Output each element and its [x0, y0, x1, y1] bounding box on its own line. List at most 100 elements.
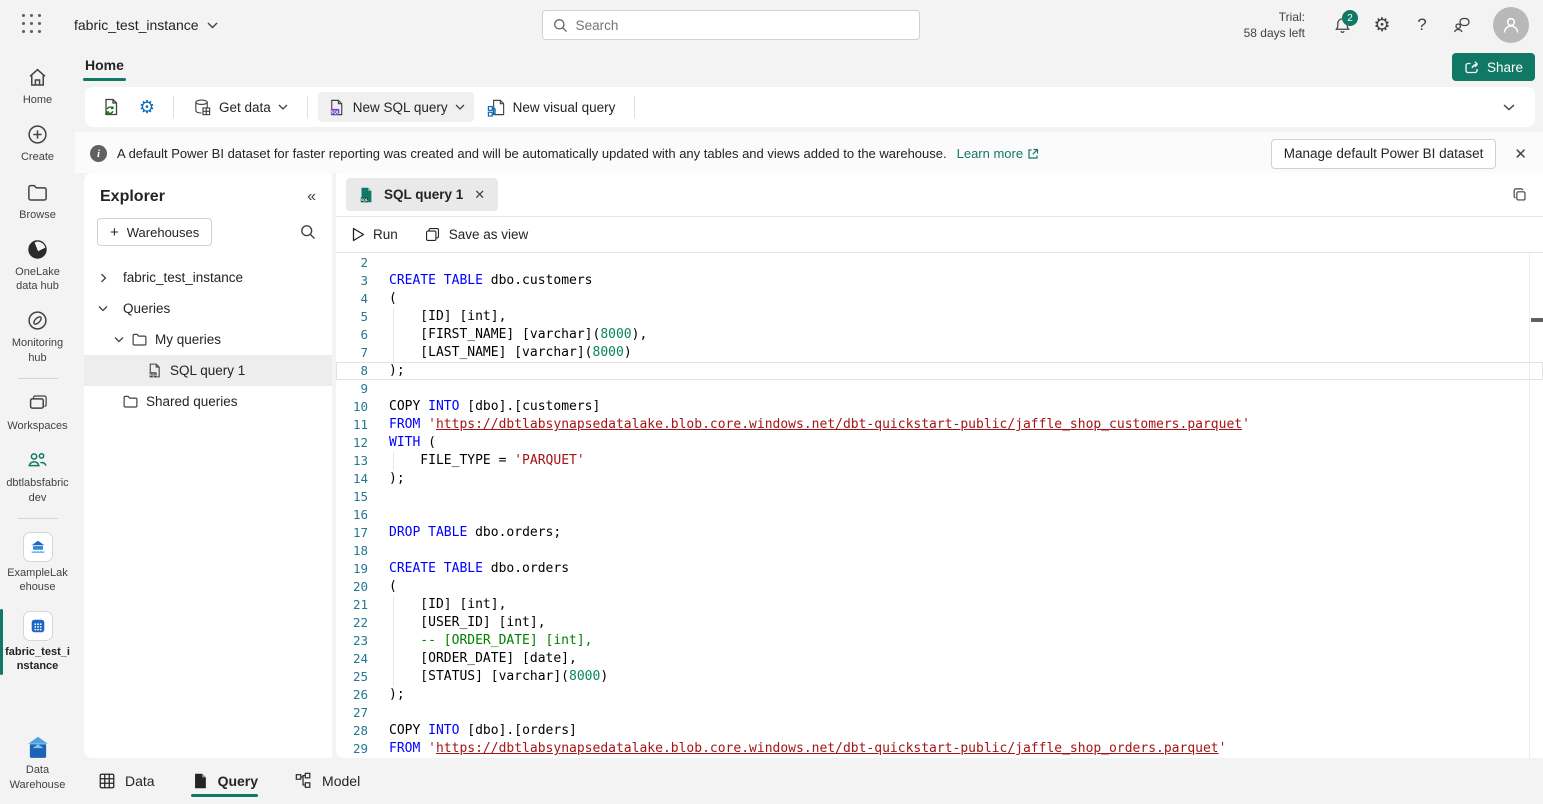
code-line[interactable]: 29FROM 'https://dbtlabsynapsedatalake.bl… — [336, 740, 1543, 758]
code-line[interactable]: 3CREATE TABLE dbo.customers — [336, 272, 1543, 290]
code-line[interactable]: 15 — [336, 488, 1543, 506]
svg-text:SQL: SQL — [149, 373, 157, 377]
line-number: 21 — [336, 596, 368, 614]
tab-data[interactable]: Data — [98, 758, 155, 804]
svg-text:SQL: SQL — [361, 198, 369, 202]
code-line[interactable]: 21 [ID] [int], — [336, 596, 1543, 614]
search-input[interactable] — [576, 18, 909, 33]
sql-code-editor[interactable]: 23CREATE TABLE dbo.customers4(5 [ID] [in… — [336, 253, 1543, 758]
code-line[interactable]: 20( — [336, 578, 1543, 596]
code-line[interactable]: 19CREATE TABLE dbo.orders — [336, 560, 1543, 578]
code-line[interactable]: 26); — [336, 686, 1543, 704]
nav-monitoring-hub[interactable]: Monitoring hub — [0, 301, 75, 373]
manage-dataset-button[interactable]: Manage default Power BI dataset — [1271, 139, 1497, 169]
nav-onelake-data-hub[interactable]: OneLake data hub — [0, 230, 75, 302]
chevron-down-icon[interactable] — [114, 336, 124, 343]
add-warehouses-button[interactable]: + Warehouses — [97, 218, 212, 246]
code-line[interactable]: 22 [USER_ID] [int], — [336, 614, 1543, 632]
user-avatar[interactable] — [1493, 7, 1529, 43]
query-toolbar: Run Save as view — [336, 217, 1543, 253]
share-button[interactable]: Share — [1452, 53, 1535, 81]
svg-text:SQL: SQL — [330, 109, 339, 114]
help-button[interactable]: ? — [1405, 8, 1439, 42]
tree-item-queries[interactable]: Queries — [84, 293, 332, 324]
code-line[interactable]: 23 -- [ORDER_DATE] [int], — [336, 632, 1543, 650]
code-line[interactable]: 8); — [336, 362, 1543, 380]
tree-item-warehouse[interactable]: fabric_test_instance — [84, 262, 332, 293]
tree-item-my-queries[interactable]: My queries — [84, 324, 332, 355]
line-number: 6 — [336, 326, 368, 344]
refresh-button[interactable] — [95, 92, 127, 122]
line-number: 5 — [336, 308, 368, 326]
nav-home[interactable]: Home — [0, 58, 75, 115]
visual-query-icon — [487, 98, 506, 117]
tab-query[interactable]: Query — [191, 758, 258, 804]
grid-icon — [98, 772, 116, 790]
plus-icon: + — [110, 224, 119, 241]
tree-item-sql-query-1[interactable]: SQL SQL query 1 — [84, 355, 332, 386]
sql-file-icon: SQL — [146, 362, 163, 379]
close-tab-icon[interactable]: ✕ — [472, 187, 487, 203]
new-visual-query-button[interactable]: New visual query — [478, 92, 625, 122]
chevron-down-icon[interactable] — [98, 305, 108, 312]
code-line[interactable]: 12WITH ( — [336, 434, 1543, 452]
nav-browse[interactable]: Browse — [0, 173, 75, 230]
tree-item-shared-queries[interactable]: Shared queries — [84, 386, 332, 417]
query-tab[interactable]: SQL SQL query 1 ✕ — [346, 178, 498, 211]
code-line[interactable]: 18 — [336, 542, 1543, 560]
code-line[interactable]: 5 [ID] [int], — [336, 308, 1543, 326]
explorer-search-icon[interactable] — [296, 220, 320, 244]
chevron-right-icon[interactable] — [98, 273, 108, 283]
get-data-button[interactable]: Get data — [184, 92, 297, 122]
nav-workspace-dbtlabsfabricdev[interactable]: dbtlabsfabricdev — [0, 441, 75, 513]
chevron-down-icon — [207, 22, 218, 29]
collapse-panel-icon[interactable]: « — [307, 188, 316, 206]
copy-icon[interactable] — [1511, 186, 1529, 204]
code-line[interactable]: 14); — [336, 470, 1543, 488]
line-number: 12 — [336, 434, 368, 452]
editor-overview-ruler[interactable] — [1529, 253, 1543, 758]
command-bar-expand-button[interactable] — [1493, 92, 1525, 122]
onelake-icon — [26, 238, 49, 261]
code-line[interactable]: 27 — [336, 704, 1543, 722]
code-line[interactable]: 17DROP TABLE dbo.orders; — [336, 524, 1543, 542]
code-line[interactable]: 6 [FIRST_NAME] [varchar](8000), — [336, 326, 1543, 344]
code-line[interactable]: 7 [LAST_NAME] [varchar](8000) — [336, 344, 1543, 362]
code-line[interactable]: 11FROM 'https://dbtlabsynapsedatalake.bl… — [336, 416, 1543, 434]
nav-create[interactable]: Create — [0, 115, 75, 172]
code-line[interactable]: 2 — [336, 254, 1543, 272]
run-button[interactable]: Run — [352, 227, 398, 242]
code-line[interactable]: 4( — [336, 290, 1543, 308]
new-sql-query-button[interactable]: SQL New SQL query — [318, 92, 474, 122]
bottom-view-tabs: Data Query Model — [75, 758, 1543, 804]
code-line[interactable]: 25 [STATUS] [varchar](8000) — [336, 668, 1543, 686]
learn-more-link[interactable]: Learn more — [957, 146, 1039, 161]
query-tab-bar: SQL SQL query 1 ✕ — [336, 173, 1543, 217]
code-line[interactable]: 13 FILE_TYPE = 'PARQUET' — [336, 452, 1543, 470]
global-search[interactable] — [542, 10, 920, 40]
workspace-switcher[interactable]: fabric_test_instance — [74, 17, 218, 33]
tab-model[interactable]: Model — [294, 758, 360, 804]
save-as-view-button[interactable]: Save as view — [424, 226, 529, 243]
people-icon — [26, 449, 49, 472]
feedback-button[interactable] — [1445, 8, 1479, 42]
banner-message: A default Power BI dataset for faster re… — [117, 146, 947, 161]
tab-home[interactable]: Home — [83, 53, 126, 81]
query-settings-button[interactable]: ⚙ — [131, 92, 163, 122]
code-line[interactable]: 16 — [336, 506, 1543, 524]
nav-item-fabric-test-instance[interactable]: fabric_test_instance — [0, 603, 75, 682]
nav-workspaces[interactable]: Workspaces — [0, 384, 75, 441]
banner-close-icon[interactable]: ✕ — [1510, 141, 1531, 167]
nav-data-warehouse[interactable]: Data Warehouse — [0, 727, 75, 804]
nav-item-examplelakehouse[interactable]: ExampleLakehouse — [0, 524, 75, 603]
cursor-position-marker — [1531, 318, 1543, 322]
feedback-icon — [1452, 15, 1472, 35]
app-launcher-icon[interactable] — [20, 12, 46, 38]
code-line[interactable]: 28COPY INTO [dbo].[orders] — [336, 722, 1543, 740]
line-number: 22 — [336, 614, 368, 632]
code-line[interactable]: 9 — [336, 380, 1543, 398]
settings-button[interactable]: ⚙ — [1365, 8, 1399, 42]
code-line[interactable]: 24 [ORDER_DATE] [date], — [336, 650, 1543, 668]
notifications-button[interactable]: 2 — [1325, 8, 1359, 42]
code-line[interactable]: 10COPY INTO [dbo].[customers] — [336, 398, 1543, 416]
